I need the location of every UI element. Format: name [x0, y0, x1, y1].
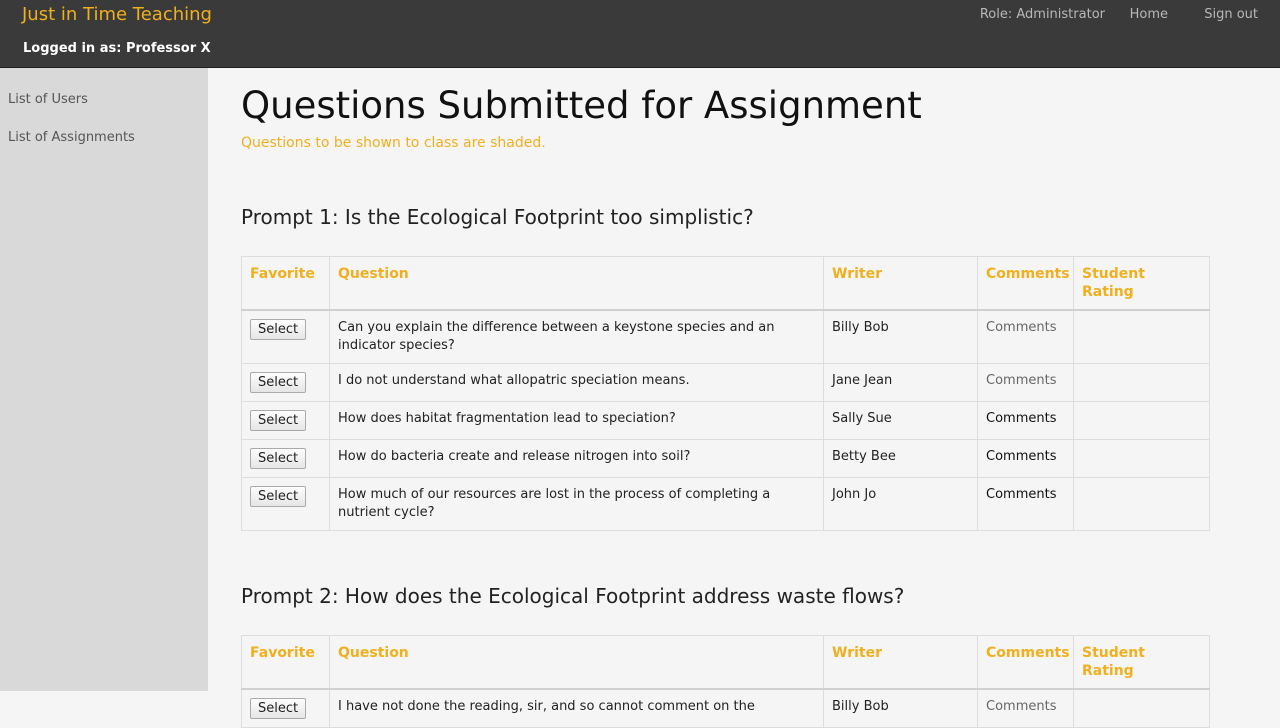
- rating-cell: [1073, 439, 1210, 478]
- column-header-writer: Writer: [823, 635, 978, 690]
- writer-cell: Betty Bee: [823, 439, 978, 478]
- question-cell: Can you explain the difference between a…: [329, 309, 824, 364]
- brand-link[interactable]: Just in Time Teaching: [22, 4, 212, 25]
- writer-cell: Jane Jean: [823, 363, 978, 402]
- question-cell: How do bacteria create and release nitro…: [329, 439, 824, 478]
- prompt-2-title: Prompt 2: How does the Ecological Footpr…: [241, 584, 905, 608]
- comments-cell: Comments: [977, 401, 1074, 440]
- table-row: Select I have not done the reading, sir,…: [241, 688, 1210, 728]
- table-row: Select How much of our resources are los…: [241, 477, 1210, 531]
- sidebar-item-list-of-assignments[interactable]: List of Assignments: [8, 130, 135, 145]
- column-header-favorite: Favorite: [241, 635, 330, 690]
- favorite-cell: Select: [241, 477, 330, 531]
- comments-cell: Comments: [977, 363, 1074, 402]
- comments-link[interactable]: Comments: [986, 487, 1056, 502]
- writer-cell: Billy Bob: [823, 688, 978, 728]
- page-title: Questions Submitted for Assignment: [241, 84, 922, 127]
- table-header-row: Favorite Question Writer Comments Studen…: [241, 256, 1210, 311]
- select-button[interactable]: Select: [250, 698, 307, 719]
- page-subtitle: Questions to be shown to class are shade…: [241, 135, 546, 151]
- question-cell: I do not understand what allopatric spec…: [329, 363, 824, 402]
- prompt-1-table: Favorite Question Writer Comments Studen…: [241, 256, 1210, 531]
- select-button[interactable]: Select: [250, 372, 307, 393]
- favorite-cell: Select: [241, 439, 330, 478]
- select-button[interactable]: Select: [250, 448, 307, 469]
- table-row: Select How do bacteria create and releas…: [241, 439, 1210, 478]
- rating-cell: [1073, 688, 1210, 728]
- sidebar: List of Users List of Assignments: [0, 68, 208, 691]
- column-header-favorite: Favorite: [241, 256, 330, 311]
- table-row: Select I do not understand what allopatr…: [241, 363, 1210, 402]
- column-header-comments: Comments: [977, 635, 1074, 690]
- prompt-2-table: Favorite Question Writer Comments Studen…: [241, 635, 1210, 728]
- favorite-cell: Select: [241, 401, 330, 440]
- comments-cell: Comments: [977, 309, 1074, 364]
- logged-in-label: Logged in as: Professor X: [23, 41, 211, 56]
- writer-cell: John Jo: [823, 477, 978, 531]
- column-header-student-rating: Student Rating: [1073, 635, 1210, 690]
- sign-out-link[interactable]: Sign out: [1204, 7, 1258, 22]
- comments-cell: Comments: [977, 439, 1074, 478]
- comments-cell: Comments: [977, 688, 1074, 728]
- table-row: Select How does habitat fragmentation le…: [241, 401, 1210, 440]
- table-row: Select Can you explain the difference be…: [241, 309, 1210, 364]
- top-navbar: Just in Time Teaching Logged in as: Prof…: [0, 0, 1280, 68]
- select-button[interactable]: Select: [250, 410, 307, 431]
- select-button[interactable]: Select: [250, 319, 307, 340]
- column-header-writer: Writer: [823, 256, 978, 311]
- writer-cell: Sally Sue: [823, 401, 978, 440]
- column-header-student-rating: Student Rating: [1073, 256, 1210, 311]
- rating-cell: [1073, 309, 1210, 364]
- comments-link[interactable]: Comments: [986, 699, 1056, 714]
- question-cell: How much of our resources are lost in th…: [329, 477, 824, 531]
- question-cell: How does habitat fragmentation lead to s…: [329, 401, 824, 440]
- comments-link[interactable]: Comments: [986, 320, 1056, 335]
- rating-cell: [1073, 363, 1210, 402]
- favorite-cell: Select: [241, 688, 330, 728]
- table-header-row: Favorite Question Writer Comments Studen…: [241, 635, 1210, 690]
- home-link[interactable]: Home: [1130, 7, 1168, 22]
- sidebar-item-list-of-users[interactable]: List of Users: [8, 92, 88, 107]
- column-header-comments: Comments: [977, 256, 1074, 311]
- comments-link[interactable]: Comments: [986, 373, 1056, 388]
- select-button[interactable]: Select: [250, 486, 307, 507]
- favorite-cell: Select: [241, 363, 330, 402]
- rating-cell: [1073, 401, 1210, 440]
- prompt-1-title: Prompt 1: Is the Ecological Footprint to…: [241, 205, 754, 229]
- column-header-question: Question: [329, 256, 824, 311]
- comments-cell: Comments: [977, 477, 1074, 531]
- role-label: Role: Administrator: [979, 7, 1105, 22]
- rating-cell: [1073, 477, 1210, 531]
- favorite-cell: Select: [241, 309, 330, 364]
- comments-link[interactable]: Comments: [986, 411, 1056, 426]
- writer-cell: Billy Bob: [823, 309, 978, 364]
- column-header-question: Question: [329, 635, 824, 690]
- comments-link[interactable]: Comments: [986, 449, 1056, 464]
- question-cell: I have not done the reading, sir, and so…: [329, 688, 824, 728]
